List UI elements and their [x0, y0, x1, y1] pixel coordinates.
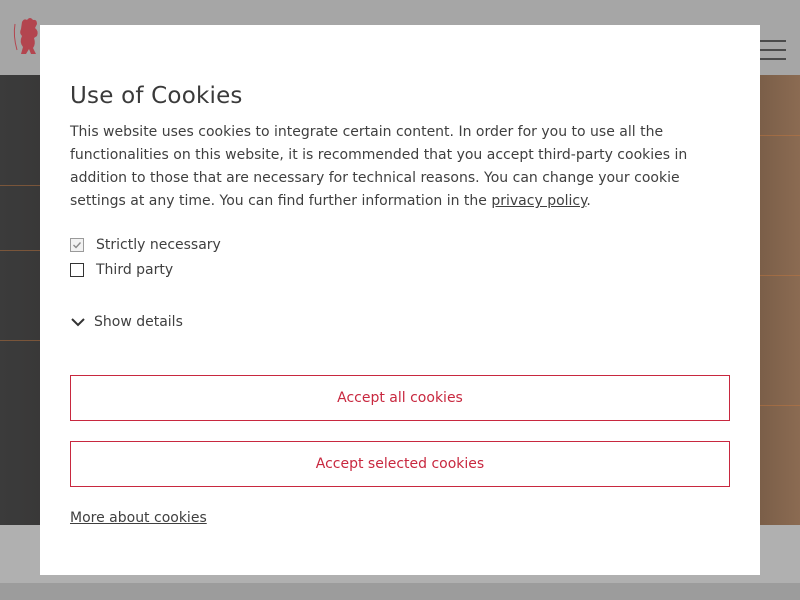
checkmark-icon: [73, 242, 82, 249]
show-details-toggle[interactable]: Show details: [70, 314, 183, 330]
show-details-label: Show details: [94, 314, 183, 330]
more-about-cookies-link[interactable]: More about cookies: [70, 510, 207, 526]
strictly-necessary-checkbox: [70, 238, 84, 252]
third-party-label: Third party: [96, 262, 174, 278]
dialog-title: Use of Cookies: [70, 83, 243, 109]
accept-selected-cookies-button[interactable]: Accept selected cookies: [70, 441, 730, 487]
description-text: This website uses cookies to integrate c…: [70, 124, 688, 209]
strictly-necessary-label: Strictly necessary: [96, 237, 221, 253]
description-text-end: .: [586, 193, 591, 209]
accept-all-cookies-button[interactable]: Accept all cookies: [70, 375, 730, 421]
option-third-party[interactable]: Third party: [70, 262, 173, 278]
dialog-description: This website uses cookies to integrate c…: [70, 121, 730, 213]
privacy-policy-link[interactable]: privacy policy: [491, 193, 586, 209]
third-party-checkbox[interactable]: [70, 263, 84, 277]
chevron-down-icon: [71, 318, 85, 327]
cookie-consent-dialog: Use of Cookies This website uses cookies…: [40, 25, 760, 575]
option-strictly-necessary: Strictly necessary: [70, 237, 221, 253]
